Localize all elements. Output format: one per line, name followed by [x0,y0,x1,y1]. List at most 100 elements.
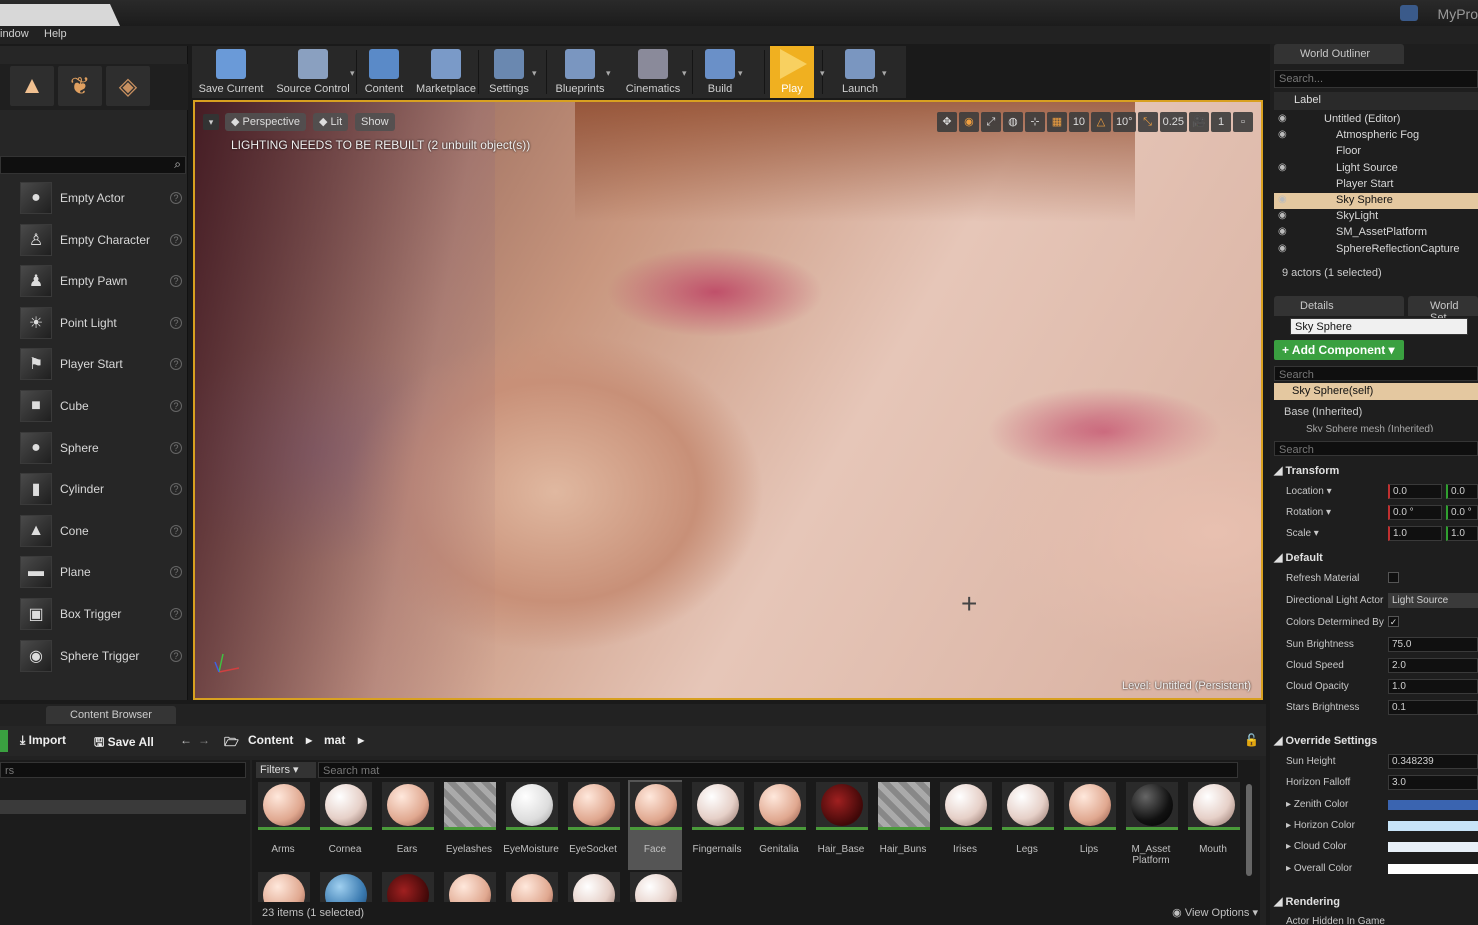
place-item[interactable]: ■ Cube? [16,386,186,426]
import-button[interactable]: ⤓ Import [20,733,66,748]
colors-determined-checkbox[interactable]: ✓ [1388,616,1399,627]
rotation-y-field[interactable]: 0.0 ° [1446,505,1478,520]
visibility-eye-icon[interactable]: ◉ [1278,113,1287,124]
asset-tile[interactable] [628,870,682,902]
visibility-eye-icon[interactable]: ◉ [1278,162,1287,173]
scale-icon[interactable]: ⤢ [980,112,1001,132]
zenith-color-swatch[interactable] [1388,800,1478,810]
sources-folder-row[interactable] [0,800,246,814]
view-options-button[interactable]: ◉ View Options ▾ [1172,906,1258,919]
lit-button[interactable]: ◆ Lit [313,113,349,131]
place-item[interactable]: ▬ Plane? [16,552,186,592]
refresh-material-checkbox[interactable] [1388,572,1399,583]
asset-tile[interactable]: Fingernails [690,780,744,870]
menu-help[interactable]: Help [44,28,67,40]
location-label[interactable]: Location ▾ [1286,486,1332,497]
help-icon[interactable]: ? [170,524,182,537]
forward-icon[interactable]: → [198,733,210,747]
asset-tile[interactable] [256,870,310,902]
place-item[interactable]: ● Empty Actor? [16,178,186,218]
directional-light-dropdown[interactable]: Light Source [1388,593,1478,608]
scale-x-field[interactable]: 1.0 [1388,526,1442,541]
asset-tile[interactable]: Ears [380,780,434,870]
asset-tile[interactable] [566,870,620,902]
details-search-input[interactable]: Search [1274,441,1478,456]
place-item[interactable]: ● Sphere? [16,428,186,468]
asset-tile[interactable]: Cornea [318,780,372,870]
add-new-button[interactable] [0,730,8,752]
place-item[interactable]: ▲ Cone? [16,511,186,551]
content-browser-tab[interactable]: Content Browser [46,706,176,724]
visibility-eye-icon[interactable]: ◉ [1278,129,1287,140]
dropdown-arrow-icon[interactable]: ▾ [682,68,687,79]
default-section-header[interactable]: ◢ Default [1274,551,1323,564]
camera-speed-icon[interactable]: 🎥 [1189,112,1209,132]
maximize-viewport-icon[interactable]: ▫ [1233,112,1253,132]
rendering-section-header[interactable]: ◢ Rendering [1274,895,1340,908]
horizon-falloff-field[interactable]: 3.0 [1388,775,1478,790]
zenith-color-label[interactable]: ▸ Zenith Color [1286,799,1348,810]
viewport-options-dropdown[interactable]: ▾ [203,114,219,130]
asset-tile[interactable]: Arms [256,780,310,870]
visibility-eye-icon[interactable]: ◉ [1278,194,1287,205]
launch-button[interactable]: Launch [834,46,886,98]
place-item[interactable]: ▣ Box Trigger? [16,594,186,634]
settings-button[interactable]: Settings [482,46,536,98]
perspective-button[interactable]: ◆ Perspective [225,113,306,131]
asset-tile[interactable]: Mouth [1186,780,1240,870]
visibility-eye-icon[interactable]: ◉ [1278,226,1287,237]
help-icon[interactable]: ? [170,192,182,204]
overall-color-label[interactable]: ▸ Overall Color [1286,863,1352,874]
outliner-row[interactable]: ◉ SkyLight [1274,209,1478,225]
help-icon[interactable]: ? [170,275,182,288]
path-mat[interactable]: mat [324,733,345,747]
details-tab[interactable]: Details [1274,296,1404,316]
transform-section-header[interactable]: ◢ Transform [1274,464,1339,477]
cloud-color-swatch[interactable] [1388,842,1478,852]
outliner-row[interactable]: Player Start [1274,177,1478,193]
place-mode-icon[interactable]: ▲ [10,66,54,106]
asset-tile[interactable]: Lips [1062,780,1116,870]
path-content[interactable]: Content [248,733,293,747]
world-space-icon[interactable]: ◍ [1002,112,1023,132]
outliner-row[interactable]: ◉ SphereReflectionCapture [1274,242,1478,258]
overall-color-swatch[interactable] [1388,864,1478,874]
help-icon[interactable]: ? [170,233,182,246]
help-icon[interactable]: ? [170,649,182,662]
asset-tile[interactable]: Irises [938,780,992,870]
surface-snap-icon[interactable]: ⊹ [1024,112,1045,132]
location-y-field[interactable]: 0.0 [1446,484,1478,499]
content-button[interactable]: Content [360,46,408,98]
sun-brightness-field[interactable]: 75.0 [1388,637,1478,652]
dropdown-arrow-icon[interactable]: ▾ [738,68,743,79]
dropdown-arrow-icon[interactable]: ▾ [532,68,537,79]
place-item[interactable]: ☀ Point Light? [16,303,186,343]
asset-tile[interactable]: Hair_Base [814,780,868,870]
outliner-row[interactable]: ◉ Untitled (Editor) [1274,112,1478,128]
rotation-label[interactable]: Rotation ▾ [1286,507,1331,518]
place-item[interactable]: ♟ Empty Pawn? [16,261,186,301]
modes-search-input[interactable]: ⌕ [0,156,186,174]
asset-tile[interactable]: Legs [1000,780,1054,870]
blueprints-button[interactable]: Blueprints [550,46,610,98]
help-icon[interactable]: ? [170,400,182,412]
outliner-row[interactable]: ◉ Atmospheric Fog [1274,128,1478,144]
asset-tile[interactable]: M_Asset Platform [1124,780,1178,870]
asset-tile[interactable] [504,870,558,902]
save-all-button[interactable]: 🖫 Save All [94,733,154,754]
help-icon[interactable]: ? [170,316,182,329]
geometry-mode-icon[interactable]: ◈ [106,66,150,106]
camera-speed-value[interactable]: 1 [1211,112,1231,132]
marketplace-button[interactable]: Marketplace [414,46,478,98]
dropdown-arrow-icon[interactable]: ▾ [820,68,825,79]
component-base-row[interactable]: Base (Inherited) [1284,406,1362,418]
rotation-x-field[interactable]: 0.0 ° [1388,505,1442,520]
place-item[interactable]: ◉ Sphere Trigger? [16,636,186,676]
horizon-color-label[interactable]: ▸ Horizon Color [1286,820,1355,831]
source-control-button[interactable]: Source Control [272,46,354,98]
grid-snap-value[interactable]: 10 [1068,112,1089,132]
rotate-icon[interactable]: ◉ [958,112,979,132]
help-icon[interactable]: ? [170,441,182,454]
asset-tile[interactable]: Genitalia [752,780,806,870]
outliner-row[interactable]: Floor [1274,144,1478,160]
